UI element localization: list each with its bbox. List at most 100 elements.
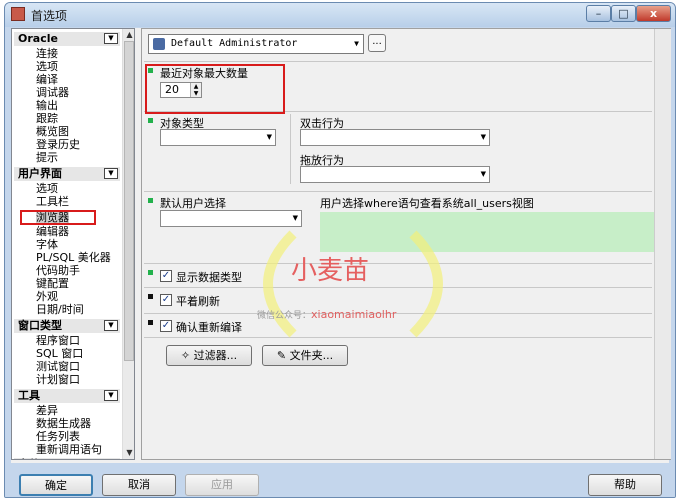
- list-item[interactable]: 调试器: [36, 86, 69, 99]
- list-item[interactable]: 跟踪: [36, 112, 58, 125]
- show-data-types-label: 显示数据类型: [176, 271, 242, 284]
- user-more-button[interactable]: ...: [368, 34, 386, 52]
- group-window-types[interactable]: 窗口类型 ▼: [14, 319, 120, 333]
- double-click-select[interactable]: ▼: [300, 129, 490, 146]
- chevron-down-icon: ▼: [480, 170, 486, 178]
- list-item[interactable]: 编辑器: [36, 225, 69, 238]
- cancel-button[interactable]: 取消: [102, 474, 176, 496]
- dialog-client: Oracle ▼ 连接 选项 编译 调试器 输出 跟踪 概览图 登录历史 提示 用…: [11, 28, 671, 463]
- chevron-down-icon: ▼: [354, 39, 359, 48]
- list-item[interactable]: 差异: [36, 404, 58, 417]
- close-button[interactable]: x: [636, 5, 671, 22]
- list-item[interactable]: 选项: [36, 182, 58, 195]
- scroll-down-icon[interactable]: ▼: [123, 447, 134, 459]
- list-item[interactable]: 工具栏: [36, 195, 69, 208]
- list-item[interactable]: 计划窗口: [36, 373, 80, 386]
- list-item[interactable]: 程序窗口: [36, 334, 80, 347]
- filter-button-label: 过滤器...: [193, 349, 238, 362]
- list-item[interactable]: SQL 窗口: [36, 347, 83, 360]
- section-flat-refresh: ✓ 平着刷新: [144, 287, 652, 314]
- list-item[interactable]: 日期/时间: [36, 303, 84, 316]
- group-ui[interactable]: 用户界面 ▼: [14, 167, 120, 181]
- default-user-label: 默认用户选择: [160, 197, 226, 210]
- list-item[interactable]: 登录历史: [36, 138, 80, 151]
- list-item[interactable]: 编译: [36, 73, 58, 86]
- black-bullet-icon: [148, 320, 153, 325]
- drag-drop-select[interactable]: ▼: [300, 166, 490, 183]
- section-default-user: 默认用户选择 ▼ 用户选择where语句查看系统all_users视图: [144, 191, 656, 264]
- show-data-types-checkbox[interactable]: ✓: [160, 270, 172, 282]
- filter-icon: ✧: [180, 349, 194, 362]
- group-label: 用户界面: [18, 167, 62, 180]
- scroll-up-icon[interactable]: ▲: [123, 29, 134, 41]
- confirm-recompile-label: 确认重新编译: [176, 321, 242, 334]
- group-files[interactable]: 文件: [14, 458, 120, 459]
- green-bullet-icon: [148, 270, 153, 275]
- user-name: Default Administrator: [171, 38, 298, 49]
- folder-icon: ✎: [276, 349, 290, 362]
- dialog-footer: 确定 取消 应用 帮助: [5, 463, 675, 497]
- user-icon: [153, 38, 165, 50]
- chevron-down-icon: ▼: [480, 133, 486, 141]
- list-item[interactable]: 外观: [36, 290, 58, 303]
- group-label: Oracle: [18, 32, 58, 45]
- help-button[interactable]: 帮助: [588, 474, 662, 496]
- list-item[interactable]: 键配置: [36, 277, 69, 290]
- chevron-down-icon: ▼: [292, 214, 298, 222]
- list-item[interactable]: 数据生成器: [36, 417, 91, 430]
- object-type-select[interactable]: ▼: [160, 129, 276, 146]
- watermark-id: xiaomaimiaolhr: [311, 308, 397, 321]
- confirm-recompile-checkbox[interactable]: ✓: [160, 320, 172, 332]
- user-where-textarea[interactable]: [320, 212, 656, 252]
- chevron-down-icon[interactable]: ▼: [104, 320, 118, 331]
- list-item[interactable]: 连接: [36, 47, 58, 60]
- chevron-down-icon: ▼: [266, 133, 272, 141]
- watermark-text: 小麦苗: [291, 256, 370, 286]
- divider: [144, 337, 652, 339]
- list-item[interactable]: 输出: [36, 99, 58, 112]
- divider: [290, 114, 291, 184]
- group-label: 工具: [18, 389, 40, 402]
- list-item[interactable]: 概览图: [36, 125, 69, 138]
- group-tools[interactable]: 工具 ▼: [14, 389, 120, 403]
- highlight-box: [20, 210, 96, 225]
- right-scrollbar[interactable]: [654, 29, 671, 459]
- user-selector[interactable]: Default Administrator ▼: [148, 34, 364, 54]
- list-item[interactable]: PL/SQL 美化器: [36, 251, 111, 264]
- green-bullet-icon: [148, 118, 153, 123]
- folder-button-label: 文件夹...: [289, 349, 334, 362]
- list-item[interactable]: 选项: [36, 60, 58, 73]
- chevron-down-icon[interactable]: ▼: [104, 168, 118, 179]
- chevron-down-icon[interactable]: ▼: [104, 390, 118, 401]
- title-bar[interactable]: 首选项 – □ x: [5, 3, 675, 27]
- maximize-button[interactable]: □: [611, 5, 636, 22]
- list-item[interactable]: 代码助手: [36, 264, 80, 277]
- list-item[interactable]: 测试窗口: [36, 360, 80, 373]
- app-icon: [11, 7, 25, 21]
- chevron-down-icon[interactable]: ▼: [104, 33, 118, 44]
- folder-button[interactable]: ✎ 文件夹...: [262, 345, 348, 366]
- list-item[interactable]: 重新调用语句: [36, 443, 102, 456]
- preferences-window: 首选项 – □ x Oracle ▼ 连接 选项 编译 调试器 输出 跟踪 概览图…: [4, 2, 676, 498]
- section-confirm-recompile: ✓ 确认重新编译: [144, 313, 652, 338]
- list-item[interactable]: 字体: [36, 238, 58, 251]
- filter-button[interactable]: ✧ 过滤器...: [166, 345, 252, 366]
- scroll-thumb[interactable]: [124, 41, 134, 361]
- minimize-button[interactable]: –: [586, 5, 611, 22]
- left-scrollbar[interactable]: ▲ ▼: [122, 29, 134, 459]
- watermark-caption: 微信公众号：xiaomaimiaolhr: [257, 308, 396, 321]
- window-title: 首选项: [31, 9, 68, 23]
- ok-button[interactable]: 确定: [19, 474, 93, 496]
- group-label: 文件: [18, 458, 40, 459]
- highlight-box: [145, 64, 285, 114]
- section-object-type: 对象类型 ▼ 双击行为 ▼ 拖放行为 ▼: [144, 111, 652, 190]
- group-oracle[interactable]: Oracle ▼: [14, 32, 120, 46]
- flat-refresh-label: 平着刷新: [176, 295, 220, 308]
- default-user-select[interactable]: ▼: [160, 210, 302, 227]
- flat-refresh-checkbox[interactable]: ✓: [160, 294, 172, 306]
- user-select-where-label: 用户选择where语句查看系统all_users视图: [320, 197, 534, 210]
- section-show-data-types: ✓ 显示数据类型: [144, 263, 652, 288]
- apply-button[interactable]: 应用: [185, 474, 259, 496]
- list-item[interactable]: 提示: [36, 151, 58, 164]
- list-item[interactable]: 任务列表: [36, 430, 80, 443]
